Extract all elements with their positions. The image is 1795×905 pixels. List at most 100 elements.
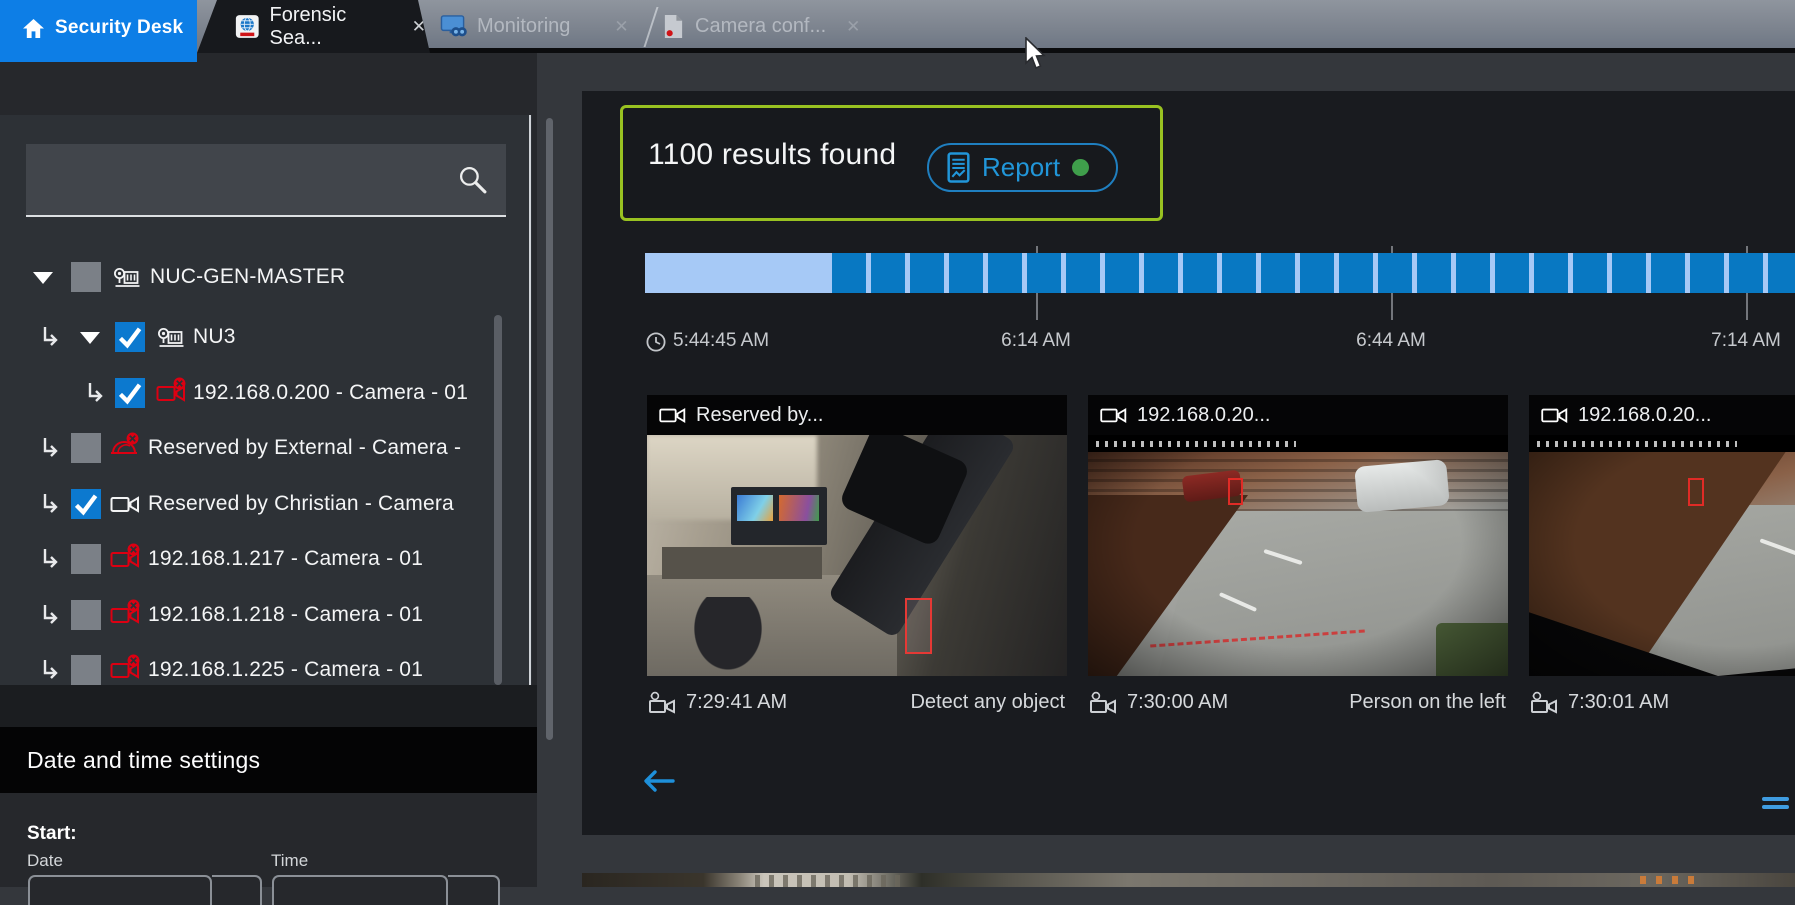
result-card[interactable]: Reserved by... 7:29:41 AM Detect any obj… [647, 395, 1067, 717]
tree-vertical-scrollbar[interactable] [494, 315, 502, 685]
detection-box [905, 598, 932, 654]
video-osd-strip [1088, 435, 1508, 452]
time-label: Time [271, 851, 308, 871]
app-title: Security Desk [55, 17, 183, 39]
checkbox-checked[interactable] [115, 322, 145, 352]
report-icon [947, 152, 970, 183]
app-button-underline [0, 53, 197, 62]
recorded-video-icon [1088, 691, 1118, 715]
video-thumbnail[interactable] [1088, 435, 1508, 676]
workspace-scrollbar[interactable] [546, 118, 553, 740]
camera-tree-panel: NUC-GEN-MASTER NU3 192.168.0.200 - Camer… [0, 115, 532, 738]
tree-item-reserved-by-christian[interactable]: Reserved by Christian - Camera [0, 482, 532, 526]
video-thumbnail[interactable] [1529, 435, 1795, 676]
tab-monitoring[interactable]: Monitoring ✕ [440, 0, 650, 53]
checkbox-checked[interactable] [115, 378, 145, 408]
video-camera-icon [1540, 405, 1569, 425]
home-icon [22, 18, 45, 39]
tree-item-label: Reserved by Christian - Camera [148, 492, 454, 516]
previous-page-arrow[interactable] [637, 766, 677, 796]
tree-elbow-icon [85, 382, 107, 404]
timeline-start-time: 5:44:45 AM [673, 330, 769, 352]
tree-item-nu3[interactable]: NU3 [0, 315, 532, 359]
card-camera-name: Reserved by... [696, 404, 823, 427]
tree-item-camera-192-168-1-218[interactable]: 192.168.1.218 - Camera - 01 [0, 593, 532, 637]
datetime-settings-header: Date and time settings [0, 727, 537, 793]
card-timestamp: 7:30:01 AM [1568, 691, 1669, 714]
card-event-type: Person on the left [1349, 691, 1506, 714]
timeline-selection[interactable] [645, 253, 832, 293]
search-box [26, 144, 506, 217]
report-button-label: Report [982, 152, 1060, 183]
datetime-settings-title: Date and time settings [27, 747, 260, 774]
offline-badge-icon [126, 432, 139, 445]
tree-elbow-icon [40, 659, 62, 681]
recorded-video-icon [1529, 691, 1559, 715]
menu-icon[interactable] [1762, 797, 1789, 813]
tree-item-label: Reserved by External - Camera - [148, 436, 461, 460]
datetime-settings-body: Start: Date Time [0, 793, 537, 887]
start-label: Start: [27, 823, 77, 845]
next-row-thumbnail-strip[interactable] [582, 873, 1795, 887]
check-icon [71, 489, 101, 519]
date-label: Date [27, 851, 63, 871]
offline-badge-icon [127, 599, 140, 612]
tree-elbow-icon [40, 493, 62, 515]
tree-item-camera-192-168-0-200[interactable]: 192.168.0.200 - Camera - 01 [0, 371, 532, 415]
video-camera-icon [658, 405, 687, 425]
video-thumbnail[interactable] [647, 435, 1067, 676]
checkbox-unchecked[interactable] [71, 433, 101, 463]
calendar-button[interactable] [212, 875, 262, 905]
mouse-cursor [1024, 37, 1048, 71]
timeline-tick-label: 6:44 AM [1356, 330, 1426, 352]
checkbox-checked[interactable] [71, 489, 101, 519]
card-footer: 7:30:01 AM [1529, 688, 1795, 717]
start-date-field[interactable] [28, 875, 212, 905]
result-card[interactable]: 192.168.0.20... 7:30:01 AM [1529, 395, 1795, 717]
tree-item-label: NUC-GEN-MASTER [150, 265, 345, 289]
tree-item-reserved-by-external[interactable]: Reserved by External - Camera - [0, 426, 532, 470]
check-icon [115, 322, 145, 352]
close-tab-icon[interactable]: ✕ [610, 16, 632, 37]
card-camera-name: 192.168.0.20... [1137, 404, 1270, 427]
card-header: Reserved by... [647, 395, 1067, 435]
tab-label: Camera conf... [695, 15, 826, 38]
sidebar-splitter[interactable] [529, 115, 531, 738]
check-icon [115, 378, 145, 408]
tree-item-label: NU3 [193, 325, 236, 349]
search-input[interactable] [34, 152, 454, 207]
expander-triangle-icon[interactable] [33, 272, 53, 284]
checkbox-unchecked[interactable] [71, 655, 101, 685]
offline-badge-icon [173, 377, 186, 390]
tree-elbow-icon [40, 437, 62, 459]
expander-triangle-icon[interactable] [80, 332, 100, 344]
status-dot-icon [1072, 159, 1089, 176]
tree-item-camera-192-168-1-217[interactable]: 192.168.1.217 - Camera - 01 [0, 537, 532, 581]
tree-item-nuc-gen-master[interactable]: NUC-GEN-MASTER [0, 255, 532, 299]
tree-item-label: 192.168.0.200 - Camera - 01 [193, 381, 468, 405]
result-card[interactable]: 192.168.0.20... 7:30:00 AM Person on the… [1088, 395, 1508, 717]
report-button[interactable]: Report [927, 143, 1118, 192]
checkbox-unchecked[interactable] [71, 262, 101, 292]
camera-config-tab-icon [662, 13, 685, 40]
time-stepper-button[interactable] [448, 875, 500, 905]
card-timestamp: 7:30:00 AM [1127, 691, 1228, 714]
tab-forensic-search[interactable]: Forensic Sea... ✕ [197, 0, 430, 53]
site-icon [112, 266, 143, 290]
checkbox-unchecked[interactable] [71, 600, 101, 630]
recorded-video-icon [647, 691, 677, 715]
start-time-field[interactable] [272, 875, 448, 905]
video-osd-strip [1529, 435, 1795, 452]
timeline-bar[interactable] [645, 253, 1795, 293]
search-icon[interactable] [457, 164, 488, 195]
card-header: 192.168.0.20... [1529, 395, 1795, 435]
offline-badge-icon [127, 543, 140, 556]
checkbox-unchecked[interactable] [71, 544, 101, 574]
tree-elbow-icon [40, 326, 62, 348]
tab-camera-config[interactable]: Camera conf... ✕ [662, 0, 868, 53]
video-camera-icon [1099, 405, 1128, 425]
tree-item-label: 192.168.1.218 - Camera - 01 [148, 603, 423, 627]
tab-label: Forensic Sea... [270, 4, 392, 50]
tab-label: Monitoring [477, 15, 570, 38]
close-tab-icon[interactable]: ✕ [842, 16, 864, 37]
